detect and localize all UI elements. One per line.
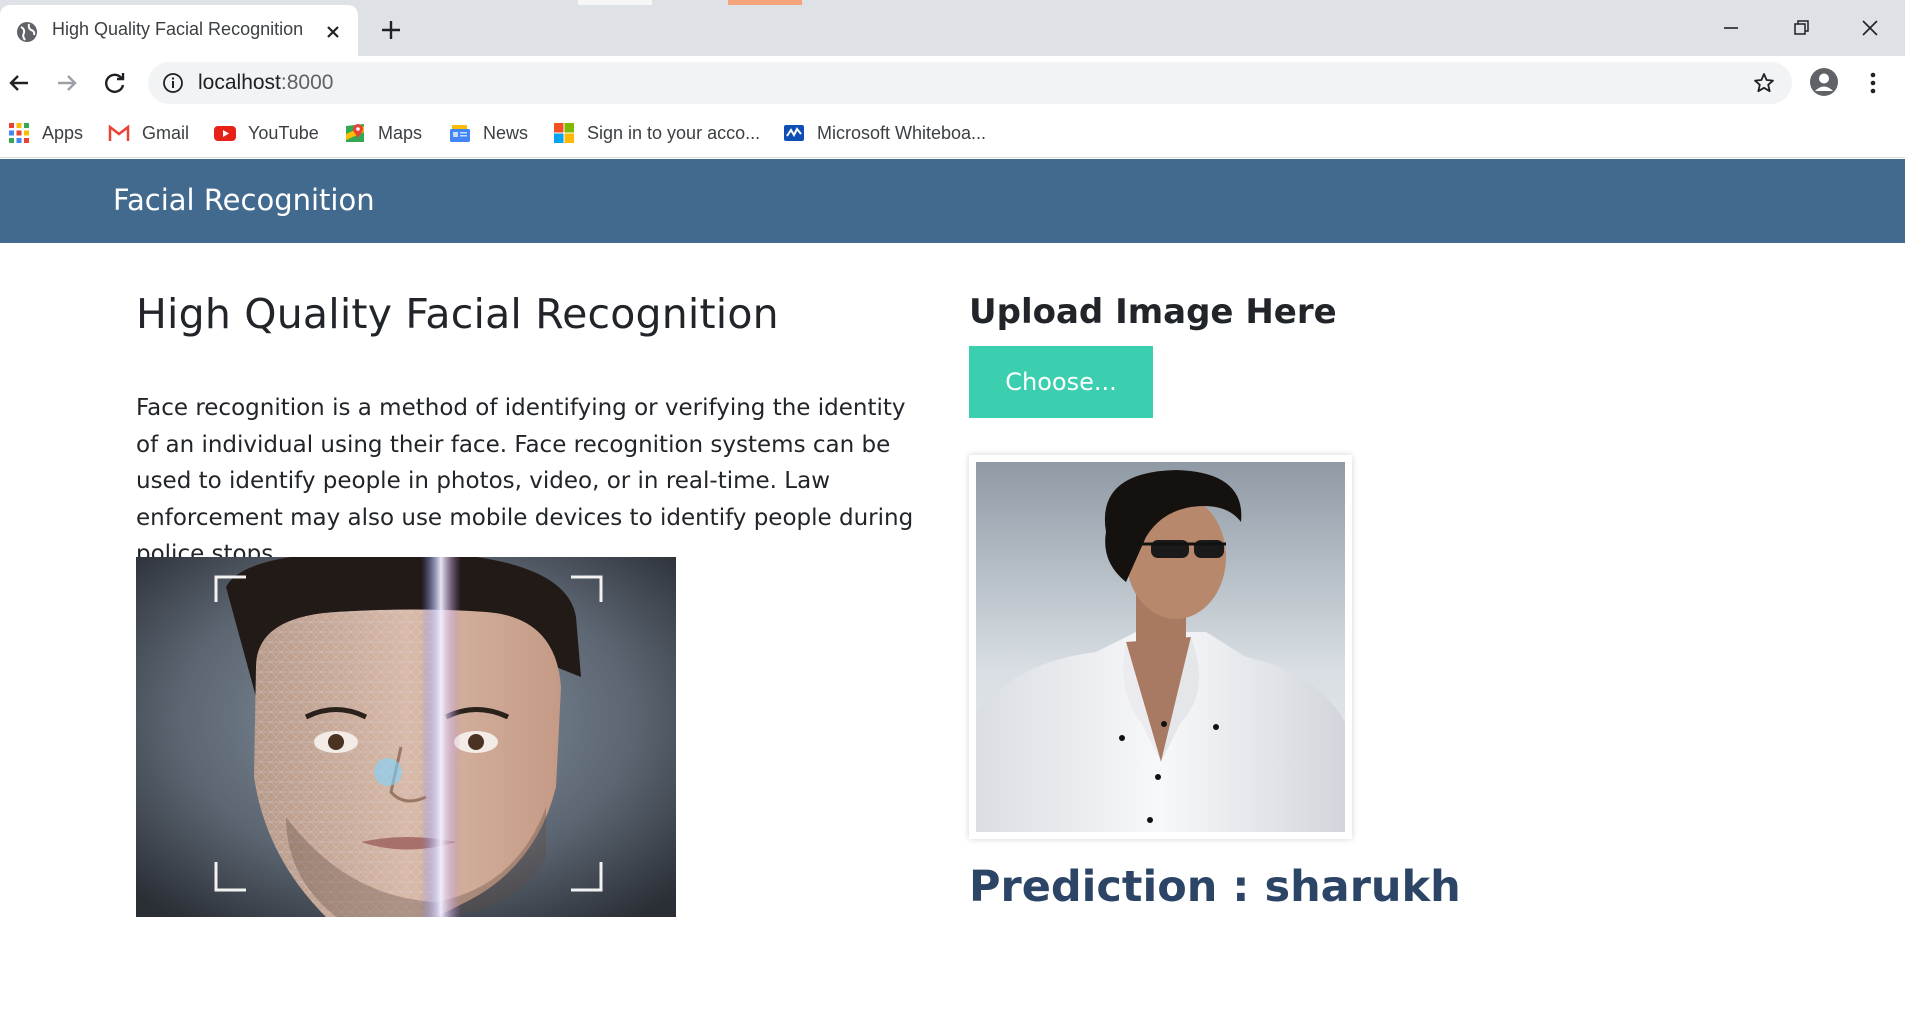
restore-icon[interactable] bbox=[1786, 14, 1816, 42]
news-icon bbox=[450, 125, 470, 142]
url-host: localhost bbox=[198, 71, 281, 94]
uploaded-image-preview bbox=[969, 455, 1352, 839]
bookmark-apps[interactable]: Apps bbox=[8, 119, 83, 147]
choose-file-button[interactable]: Choose... bbox=[969, 346, 1153, 418]
facial-recognition-illustration bbox=[136, 557, 676, 917]
apps-grid-icon bbox=[9, 123, 29, 143]
bookmark-label: News bbox=[483, 122, 529, 143]
url-text: localhost:8000 bbox=[198, 71, 333, 95]
tab-title: High Quality Facial Recognition bbox=[52, 19, 304, 39]
site-info-icon[interactable] bbox=[162, 72, 184, 94]
bookmark-label: Microsoft Whiteboa... bbox=[817, 122, 987, 143]
page-title: High Quality Facial Recognition bbox=[136, 290, 779, 338]
gmail-icon bbox=[108, 124, 130, 141]
more-menu-icon[interactable] bbox=[1860, 68, 1886, 98]
face-scan-image bbox=[136, 557, 676, 917]
bookmark-maps[interactable]: Maps bbox=[344, 119, 422, 147]
tab-strip-accent bbox=[728, 0, 802, 5]
browser-tab-bar: High Quality Facial Recognition bbox=[0, 0, 1905, 56]
browser-tab-active[interactable]: High Quality Facial Recognition bbox=[0, 5, 358, 56]
whiteboard-icon bbox=[784, 125, 804, 141]
minimize-icon[interactable] bbox=[1716, 14, 1746, 42]
back-arrow-icon[interactable] bbox=[4, 68, 34, 98]
prediction-result: Prediction : sharukh bbox=[969, 862, 1461, 912]
globe-icon bbox=[17, 22, 37, 42]
profile-avatar-icon[interactable] bbox=[1808, 66, 1840, 98]
bookmark-label: Sign in to your acco... bbox=[587, 122, 761, 143]
description-paragraph: Face recognition is a method of identify… bbox=[136, 395, 914, 567]
uploaded-photo bbox=[976, 462, 1345, 832]
upload-heading: Upload Image Here bbox=[969, 292, 1337, 332]
bookmark-star-icon[interactable] bbox=[1752, 71, 1776, 95]
navbar-brand[interactable]: Facial Recognition bbox=[113, 183, 375, 217]
close-tab-icon[interactable] bbox=[322, 21, 344, 43]
person-photo-image bbox=[976, 462, 1345, 832]
bookmark-news[interactable]: News bbox=[449, 119, 528, 147]
bookmarks-bar: Apps Gmail YouTube Maps News Sign in to … bbox=[0, 109, 1905, 158]
youtube-icon bbox=[214, 126, 236, 141]
bookmark-whiteboard[interactable]: Microsoft Whiteboa... bbox=[783, 119, 986, 147]
bookmark-label: Gmail bbox=[142, 122, 190, 143]
bookmark-label: Apps bbox=[42, 122, 84, 143]
close-window-icon[interactable] bbox=[1855, 14, 1885, 42]
microsoft-icon bbox=[554, 123, 574, 143]
bookmark-gmail[interactable]: Gmail bbox=[108, 119, 189, 147]
url-port: :8000 bbox=[280, 71, 334, 94]
browser-toolbar: localhost:8000 bbox=[0, 56, 1905, 109]
bookmark-youtube[interactable]: YouTube bbox=[214, 119, 319, 147]
forward-arrow-icon[interactable] bbox=[52, 68, 82, 98]
address-bar[interactable]: localhost:8000 bbox=[148, 62, 1792, 104]
reload-icon[interactable] bbox=[100, 68, 130, 98]
bookmark-label: Maps bbox=[378, 122, 423, 143]
bookmark-microsoft-signin[interactable]: Sign in to your acco... bbox=[553, 119, 760, 147]
tab-strip-highlight bbox=[578, 0, 652, 5]
maps-icon bbox=[346, 124, 364, 142]
new-tab-plus-icon[interactable] bbox=[378, 17, 404, 43]
site-navbar: Facial Recognition bbox=[0, 159, 1905, 243]
bookmark-label: YouTube bbox=[248, 122, 319, 143]
